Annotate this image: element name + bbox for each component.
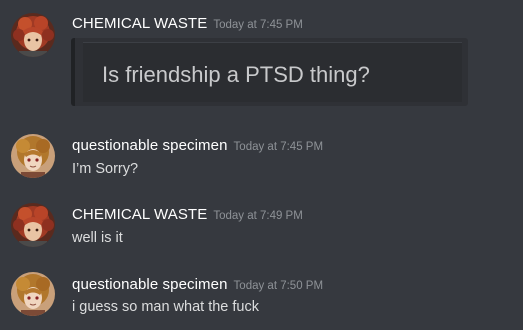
- avatar-questionable-specimen[interactable]: [11, 272, 55, 316]
- message-header: questionable specimen Today at 7:50 PM: [72, 276, 323, 294]
- message-text: I’m Sorry?: [72, 161, 139, 177]
- timestamp: Today at 7:49 PM: [213, 210, 303, 222]
- avatar-image-icon: [11, 13, 55, 57]
- avatar-image-icon: [11, 203, 55, 247]
- timestamp: Today at 7:45 PM: [213, 19, 303, 31]
- embed-text: Is friendship a PTSD thing?: [102, 62, 370, 87]
- avatar-image-icon: [11, 272, 55, 316]
- message-text: i guess so man what the fuck: [72, 299, 259, 315]
- embed-divider: [83, 42, 462, 43]
- message-header: CHEMICAL WASTE Today at 7:49 PM: [72, 206, 303, 224]
- username[interactable]: questionable specimen: [72, 276, 228, 293]
- avatar-chemical-waste[interactable]: [11, 13, 55, 57]
- username[interactable]: questionable specimen: [72, 137, 228, 154]
- message-header: CHEMICAL WASTE Today at 7:45 PM: [72, 15, 303, 33]
- avatar-chemical-waste[interactable]: [11, 203, 55, 247]
- message-embed[interactable]: Is friendship a PTSD thing?: [71, 38, 468, 106]
- message-text: well is it: [72, 230, 123, 246]
- timestamp: Today at 7:50 PM: [233, 280, 324, 292]
- username[interactable]: CHEMICAL WASTE: [72, 15, 207, 32]
- avatar-image-icon: [11, 134, 55, 178]
- timestamp: Today at 7:45 PM: [233, 141, 324, 153]
- message-header: questionable specimen Today at 7:45 PM: [72, 137, 323, 155]
- embed-image: Is friendship a PTSD thing?: [83, 42, 462, 102]
- avatar-questionable-specimen[interactable]: [11, 134, 55, 178]
- username[interactable]: CHEMICAL WASTE: [72, 206, 207, 223]
